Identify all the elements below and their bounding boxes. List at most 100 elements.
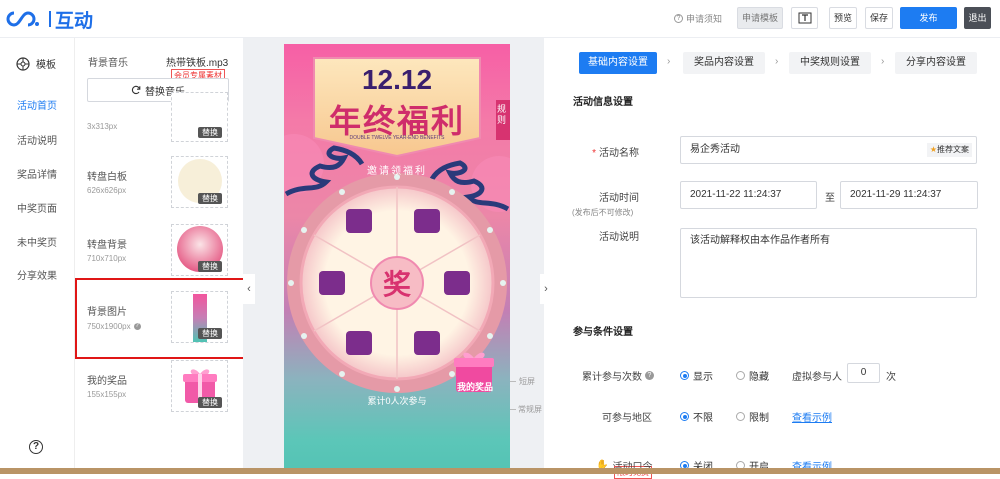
- poster-subtitle: DOUBLE TWELVE YEAR-END BENEFITS: [349, 135, 445, 141]
- text-tool-button[interactable]: [791, 7, 818, 29]
- asset-thumbnail[interactable]: 替换: [171, 156, 228, 208]
- swap-chip[interactable]: 替换: [198, 193, 222, 204]
- count-show-radio[interactable]: 显示: [680, 368, 713, 383]
- invite-text: 邀请领福利: [367, 166, 427, 177]
- radio-label: 不限: [693, 413, 713, 424]
- asset-panel: 背景音乐 热带铁板.mp3 会员专属素材 替换音乐 3x313px 替换 转盘白…: [75, 38, 242, 474]
- music-file-name: 热带铁板.mp3: [166, 58, 229, 69]
- step-basic[interactable]: 基础内容设置: [579, 52, 657, 74]
- asset-size: 626x626px: [87, 186, 127, 195]
- asset-item-partial: 3x313px 替换: [87, 92, 229, 144]
- preview-button[interactable]: 预览: [829, 7, 857, 29]
- virtual-participants-input[interactable]: 0: [847, 363, 880, 383]
- asset-item-wheel-background: 转盘背景 710x710px 替换: [87, 224, 229, 280]
- swap-chip[interactable]: 替换: [198, 397, 222, 408]
- sidebar-item-home[interactable]: 活动首页: [17, 97, 57, 112]
- step-win-rules[interactable]: 中奖规则设置: [789, 52, 871, 74]
- sidebar-item-prize-details[interactable]: 奖品详情: [17, 166, 57, 181]
- sidebar-item-lose-page[interactable]: 未中奖页: [17, 234, 57, 249]
- step-arrow-icon: ›: [775, 56, 779, 67]
- recommend-copy-label: 推荐文案: [937, 145, 969, 154]
- step-arrow-icon: ›: [667, 56, 671, 67]
- activity-name-label: * 活动名称: [592, 148, 639, 159]
- music-label: 背景音乐: [88, 58, 128, 69]
- info-icon[interactable]: ?: [645, 371, 654, 380]
- sidebar-item-win-page[interactable]: 中奖页面: [17, 200, 57, 215]
- section-participation: 参与条件设置: [573, 327, 633, 338]
- poster-date: 12.12: [361, 64, 433, 95]
- time-range-separator: 至: [825, 193, 835, 204]
- radio-dot: [680, 412, 689, 421]
- refresh-icon: [131, 85, 141, 95]
- activity-name-value: 易企秀活动: [690, 144, 740, 155]
- region-unlimited-radio[interactable]: 不限: [680, 409, 713, 424]
- my-prize-button[interactable]: 我的奖品: [452, 380, 498, 393]
- activity-desc-label: 活动说明: [599, 232, 639, 243]
- app-logo[interactable]: 互动: [6, 8, 93, 32]
- count-hide-radio[interactable]: 隐藏: [736, 368, 769, 383]
- apply-template-button[interactable]: 申请模板: [737, 7, 783, 29]
- section-activity-info: 活动信息设置: [573, 97, 633, 108]
- phone-preview: 12.12 年终福利 DOUBLE TWELVE YEAR-END BENEFI…: [284, 44, 510, 474]
- radio-label: 显示: [693, 372, 713, 383]
- template-icon: [16, 56, 30, 71]
- left-sidebar: 模板 活动首页 活动说明 奖品详情 中奖页面 未中奖页 分享效果 ?: [0, 38, 75, 474]
- help-icon[interactable]: ?: [29, 440, 43, 454]
- region-example-link[interactable]: 查看示例: [792, 409, 832, 424]
- radio-label: 限制: [749, 413, 769, 424]
- participation-count: 累计0人次参与: [367, 396, 427, 406]
- asset-label: 转盘背景: [87, 240, 127, 251]
- radio-dot: [736, 412, 745, 421]
- unit-label: 次: [886, 372, 896, 383]
- infinity-logo-icon: [6, 11, 39, 27]
- region-label: 可参与地区: [602, 413, 652, 424]
- sidebar-template[interactable]: 模板: [16, 56, 56, 71]
- virtual-participants-label: 虚拟参与人: [792, 372, 842, 383]
- step-prize[interactable]: 奖品内容设置: [683, 52, 765, 74]
- apply-notice-link[interactable]: ? 申请须知: [674, 12, 722, 25]
- asset-thumbnail[interactable]: 替换: [171, 360, 228, 412]
- radio-dot: [736, 371, 745, 380]
- normal-screen-marker: 常规屏: [518, 405, 542, 414]
- collapse-right-icon[interactable]: ›: [540, 274, 552, 304]
- asset-size: 710x710px: [87, 254, 127, 263]
- activity-time-label: 活动时间: [599, 193, 639, 204]
- rules-tag[interactable]: 规则: [497, 104, 509, 126]
- apply-notice-label: 申请须知: [686, 14, 723, 24]
- star-icon: ★: [929, 145, 937, 154]
- bottom-strip: [0, 468, 1000, 474]
- exit-button[interactable]: 退出: [964, 7, 991, 29]
- sidebar-item-description[interactable]: 活动说明: [17, 132, 57, 147]
- wheel-center-button[interactable]: 奖: [374, 263, 420, 303]
- collapse-left-icon[interactable]: ‹: [243, 274, 255, 304]
- swap-chip[interactable]: 替换: [198, 127, 222, 138]
- save-button[interactable]: 保存: [865, 7, 893, 29]
- region-limited-radio[interactable]: 限制: [736, 409, 769, 424]
- text-frame-icon: [798, 12, 811, 24]
- asset-size: 3x313px: [87, 122, 118, 131]
- question-icon: ?: [674, 14, 683, 23]
- swap-chip[interactable]: 替换: [198, 261, 222, 272]
- sidebar-item-share[interactable]: 分享效果: [17, 267, 57, 282]
- recommend-copy-button[interactable]: ★推荐文案: [926, 143, 972, 157]
- activity-desc-textarea[interactable]: 该活动解释权由本作品作者所有: [680, 228, 977, 298]
- step-arrow-icon: ›: [881, 56, 885, 67]
- asset-thumbnail[interactable]: 替换: [171, 224, 228, 276]
- radio-dot: [680, 371, 689, 380]
- activity-name-label-text: 活动名称: [599, 148, 639, 159]
- asset-thumbnail[interactable]: 替换: [171, 92, 228, 142]
- activity-name-input[interactable]: 易企秀活动 ★推荐文案: [680, 136, 977, 164]
- start-time-input[interactable]: 2021-11-22 11:24:37: [680, 181, 817, 209]
- radio-label: 隐藏: [749, 372, 769, 383]
- asset-label: 我的奖品: [87, 376, 127, 387]
- top-bar: 互动 ? 申请须知 申请模板 预览 保存 发布 退出: [0, 0, 1000, 38]
- asset-item-my-prize: 我的奖品 155x155px 替换: [87, 360, 229, 416]
- asset-label: 转盘白板: [87, 172, 127, 183]
- step-share[interactable]: 分享内容设置: [895, 52, 977, 74]
- short-screen-marker: 短屏: [519, 377, 535, 386]
- publish-button[interactable]: 发布: [900, 7, 957, 29]
- settings-panel: 基础内容设置 › 奖品内容设置 › 中奖规则设置 › 分享内容设置 活动信息设置…: [554, 38, 1000, 479]
- sidebar-template-label: 模板: [36, 60, 56, 71]
- asset-size: 155x155px: [87, 390, 127, 399]
- end-time-input[interactable]: 2021-11-29 11:24:37: [840, 181, 978, 209]
